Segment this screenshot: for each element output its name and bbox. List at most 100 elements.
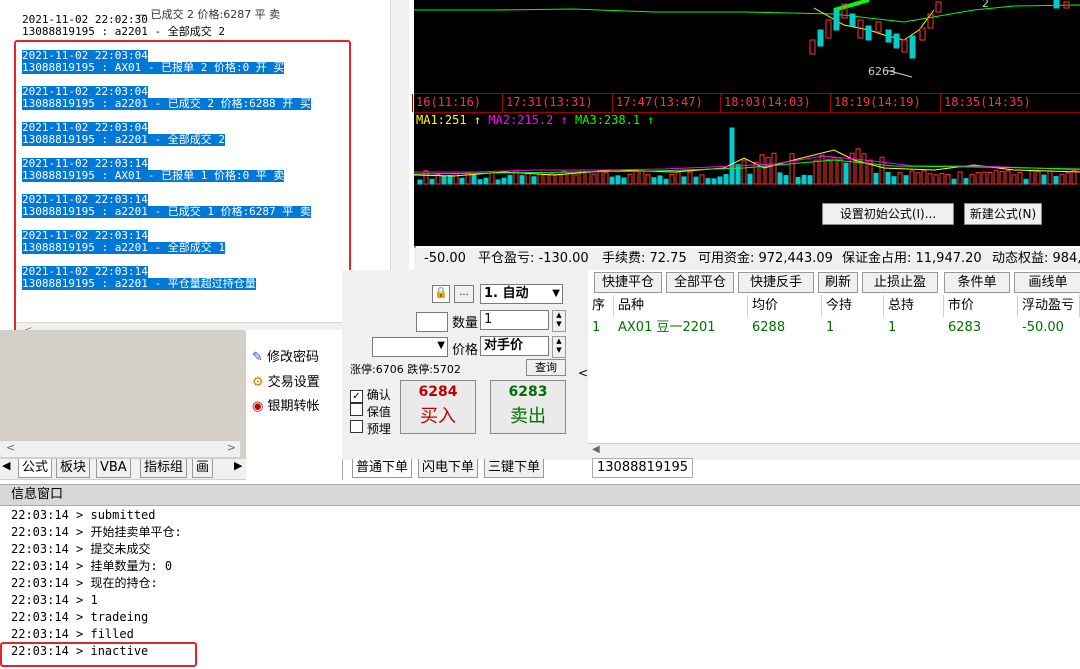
volume-bar <box>1029 170 1035 185</box>
query-button[interactable]: 查询 <box>526 359 566 376</box>
volume-bar <box>675 171 681 185</box>
candle <box>809 39 816 55</box>
tab-scroll-left-icon[interactable]: ◀ <box>2 459 10 472</box>
info-log-line: 22:03:14 > tradeing <box>11 610 149 624</box>
order-tab[interactable]: 普通下单 <box>352 459 413 478</box>
scroll-left-arrow-icon[interactable]: < <box>6 441 15 454</box>
volume-bar <box>621 177 627 185</box>
info-window-title: 信息窗口 <box>11 487 64 502</box>
left-tab[interactable]: VBA <box>96 459 131 478</box>
menu-bank-transfer[interactable]: ◉ 银期转帐 <box>252 395 320 414</box>
volume-bar <box>723 174 729 185</box>
confirm-checkbox[interactable]: ✓ 确认 <box>350 386 391 403</box>
column-header[interactable]: 序 <box>588 295 614 317</box>
positions-panel: 快捷平仓 全部平仓 快捷反手 刷新 止损止盈 条件单 画线单 序品种 均价 今持 总持 市价 浮动盈亏… <box>588 270 1080 478</box>
volume-bar <box>873 172 879 185</box>
volume-bar <box>999 170 1005 185</box>
price-type-select[interactable]: ▼ <box>372 337 448 357</box>
new-formula-button[interactable]: 新建公式(N) <box>964 203 1042 225</box>
price-input[interactable]: 对手价 <box>480 336 549 356</box>
position-action-button[interactable]: 快捷平仓 <box>594 272 662 293</box>
volume-bar <box>879 156 885 185</box>
left-tab[interactable]: 公式 <box>18 459 53 478</box>
volume-bar <box>843 162 849 185</box>
left-tab[interactable]: 板块 <box>56 459 91 478</box>
contract-input[interactable] <box>416 312 448 332</box>
collapse-handle[interactable]: < <box>578 270 588 460</box>
volume-bar <box>591 173 597 185</box>
candle <box>909 35 916 59</box>
volume-bar <box>669 174 675 185</box>
volume-bar <box>651 177 657 185</box>
ma-line-upper <box>414 4 1080 23</box>
position-action-button[interactable]: 刷新 <box>818 272 858 293</box>
order-tab[interactable]: 三键下单 <box>484 459 545 478</box>
position-action-button[interactable]: 快捷反手 <box>738 272 814 293</box>
position-action-button[interactable]: 条件单 <box>944 272 1010 293</box>
log-message: 13088819195 : a2201 - 全部成交 2 <box>22 25 225 38</box>
volume-bar <box>711 178 717 185</box>
buy-button[interactable]: 6284 买入 <box>400 380 476 434</box>
volume-bar <box>909 170 915 185</box>
price-stepper[interactable]: ▲ ▼ <box>552 336 566 358</box>
mode-select[interactable]: 1. 自动 ▼ <box>480 284 563 304</box>
order-tab[interactable]: 闪电下单 <box>418 459 479 478</box>
volume-bar <box>1041 174 1047 185</box>
candles-group <box>809 0 1070 59</box>
column-header[interactable]: 品种 <box>614 295 748 317</box>
account-tab[interactable]: 13088819195 <box>592 458 693 478</box>
volume-bar <box>993 170 999 185</box>
position-action-button[interactable]: 全部平仓 <box>666 272 734 293</box>
column-header[interactable]: 今持 <box>822 295 884 317</box>
position-action-button[interactable]: 画线单 <box>1014 272 1080 293</box>
trade-menu: ✎ 修改密码 ⚙ 交易设置 ◉ 银期转帐 <box>246 330 343 480</box>
volume-bar <box>585 171 591 185</box>
left-tab[interactable]: 指标组 <box>140 459 188 478</box>
qty-label: 数量 <box>452 316 479 331</box>
volume-bar <box>969 174 975 185</box>
menu-change-password[interactable]: ✎ 修改密码 <box>252 346 319 365</box>
candle <box>849 13 856 27</box>
browse-button[interactable]: ... <box>454 285 474 303</box>
column-header[interactable]: 均价 <box>748 295 822 317</box>
qty-input[interactable]: 1 <box>480 310 549 330</box>
init-formula-button[interactable]: 设置初始公式(I)... <box>822 203 954 225</box>
volume-bar <box>573 174 579 185</box>
hedge-checkbox[interactable]: 保值 <box>350 403 391 420</box>
column-header[interactable]: 浮动盈亏 <box>1018 295 1080 317</box>
menu-trade-settings[interactable]: ⚙ 交易设置 <box>252 371 320 390</box>
volume-bar <box>507 175 513 185</box>
volume-bar <box>495 179 501 185</box>
volume-bar <box>471 174 477 185</box>
order-entry-panel: 🔒 ... 1. 自动 ▼ 数量 1 ▲ ▼ ▼ 价格 对手价 ▲ ▼ 涨停:670… <box>342 270 578 478</box>
left-tab[interactable]: 画 <box>192 459 214 478</box>
preorder-checkbox[interactable]: 预埋 <box>350 420 391 437</box>
fee: 手续费: 72.75 <box>602 251 687 266</box>
volume-bar <box>855 148 861 185</box>
volume-bar <box>1059 173 1065 185</box>
annotation-red-box-bottom <box>0 642 197 667</box>
volume-bar <box>687 171 693 185</box>
lock-icon[interactable]: 🔒 <box>432 285 450 303</box>
candle <box>901 39 908 53</box>
volume-bar <box>747 173 753 185</box>
tab-scroll-right-icon[interactable]: ▶ <box>234 459 242 472</box>
volume-bar <box>771 152 777 185</box>
position-action-button[interactable]: 止损止盈 <box>862 272 938 293</box>
scroll-right-arrow-icon[interactable]: > <box>227 441 236 454</box>
candle <box>935 1 942 13</box>
kline-chart[interactable]: 6263 2 16(11:16) 17:31(13:31) 17:47(13:47)… <box>412 0 1080 246</box>
available-funds: 可用资金: 972,443.09 <box>698 251 833 266</box>
column-header[interactable]: 市价 <box>944 295 1018 317</box>
volume-bar <box>819 154 825 185</box>
volume-bar <box>885 171 891 185</box>
qty-stepper[interactable]: ▲ ▼ <box>552 310 566 332</box>
sell-button[interactable]: 6283 卖出 <box>490 380 566 434</box>
volume-bar <box>609 176 615 185</box>
volume-bar <box>657 175 663 185</box>
left-panel-hscroll[interactable]: < > <box>0 440 240 457</box>
volume-bar <box>861 153 867 185</box>
float-pnl-value: -50.00 <box>424 251 466 266</box>
volume-bar <box>759 154 765 185</box>
column-header[interactable]: 总持 <box>884 295 944 317</box>
